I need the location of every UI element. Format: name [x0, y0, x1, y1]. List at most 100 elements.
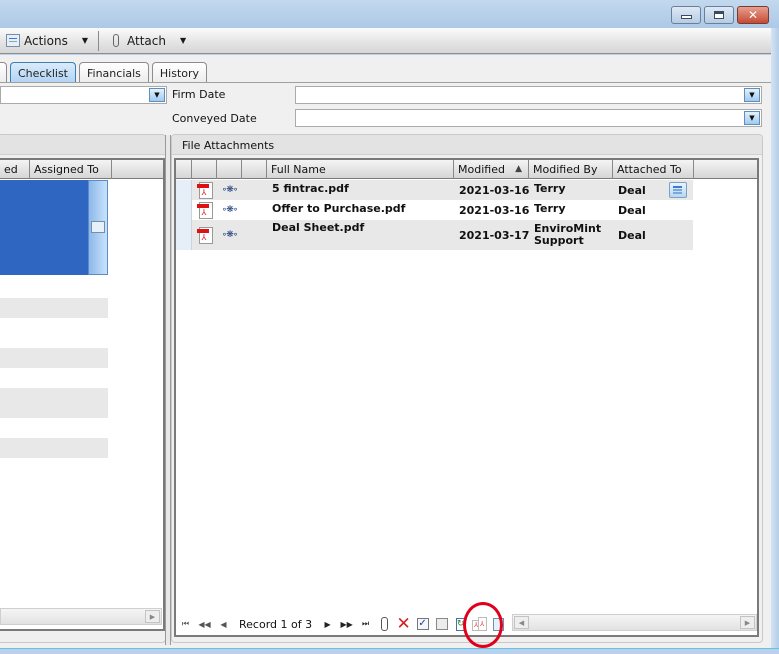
sync-status-icon: ∘❋∘ — [221, 230, 239, 240]
modified-date: 2021-03-17 — [459, 228, 530, 242]
conveyed-date-label: Conveyed Date — [172, 112, 257, 125]
full-name[interactable]: Deal Sheet.pdf — [267, 220, 454, 234]
paperclip-icon — [113, 34, 119, 47]
column-header-type[interactable] — [192, 160, 217, 179]
checklist-grid: ed Assigned To — [0, 158, 165, 631]
firm-date-field[interactable]: ▼ — [295, 86, 762, 104]
tab-strip: Checklist Financials History — [0, 62, 208, 83]
column-header-selector — [176, 160, 192, 179]
actions-icon — [6, 34, 20, 47]
annotation-highlight-circle — [463, 602, 503, 648]
left-combo[interactable]: ▼ — [0, 86, 167, 104]
checklist-row[interactable] — [0, 348, 108, 368]
row-selector[interactable] — [176, 180, 192, 200]
selected-checklist-row[interactable] — [0, 180, 108, 275]
column-header-modified[interactable]: Modified ▲ — [454, 160, 529, 179]
tab-previous-partial[interactable] — [0, 62, 7, 83]
minimize-button[interactable] — [671, 6, 701, 24]
pdf-file-icon: ⅄ — [196, 181, 213, 199]
attachment-row[interactable]: ⅄ ∘❋∘ Deal Sheet.pdf 2021-03-17 EnviroMi… — [176, 220, 693, 250]
attachments-grid-header: Full Name Modified ▲ Modified By Attache… — [176, 160, 757, 179]
actions-menu-button[interactable]: Actions ▼ — [0, 30, 94, 52]
firm-date-label: Firm Date — [172, 88, 226, 101]
tab-divider — [0, 82, 771, 83]
maximize-button[interactable] — [704, 6, 734, 24]
row-selector[interactable] — [176, 200, 192, 220]
tab-label: Checklist — [18, 66, 68, 80]
attachment-row[interactable]: ⅄ ∘❋∘ Offer to Purchase.pdf 2021-03-16 T… — [176, 200, 693, 220]
attached-to: Deal — [618, 203, 646, 217]
column-header-full-name[interactable]: Full Name — [267, 160, 454, 179]
column-header-modified-label: Modified — [458, 163, 505, 176]
column-header-blank[interactable] — [242, 160, 267, 179]
checklist-horizontal-scrollbar[interactable]: ▶ — [0, 608, 162, 625]
row-action-button[interactable] — [88, 180, 108, 275]
checklist-row[interactable] — [0, 438, 108, 458]
modified-by: Terry — [534, 181, 566, 195]
toolbar-divider — [98, 30, 99, 51]
modified-date: 2021-03-16 — [459, 183, 530, 197]
next-page-icon[interactable]: ▶▶ — [337, 615, 356, 633]
attach-file-button[interactable] — [375, 615, 394, 633]
checklist-panel-header — [0, 135, 165, 155]
scroll-right-icon[interactable]: ▶ — [740, 616, 755, 629]
column-header-blank — [112, 160, 163, 179]
attachments-horizontal-scrollbar[interactable]: ◀ ▶ — [512, 614, 757, 631]
row-actions-icon[interactable] — [669, 182, 687, 198]
minimize-icon — [680, 15, 692, 19]
chevron-down-icon: ▼ — [81, 36, 88, 45]
actions-icon — [91, 221, 105, 233]
sync-status-icon: ∘❋∘ — [221, 185, 239, 195]
conveyed-date-field[interactable]: ▼ — [295, 109, 762, 127]
close-button[interactable]: ✕ — [737, 6, 769, 24]
delete-icon[interactable]: ✕ — [394, 614, 413, 634]
paperclip-icon — [381, 617, 389, 631]
record-navigator: ⏮ ◀◀ ◀ Record 1 of 3 ▶ ▶▶ ⏭ ✕ ✓ ↻ ⅄ ⅄ — [176, 613, 508, 635]
column-header-status[interactable] — [217, 160, 242, 179]
checklist-row[interactable] — [0, 388, 108, 418]
column-header-assigned-to[interactable]: Assigned To — [30, 160, 112, 179]
attach-menu-button[interactable]: Attach ▼ — [103, 30, 192, 52]
attached-to: Deal — [618, 183, 646, 197]
dropdown-arrow-icon[interactable]: ▼ — [744, 88, 760, 102]
last-record-icon[interactable]: ⏭ — [356, 615, 375, 633]
checklist-row[interactable] — [0, 298, 108, 318]
checkbox-unchecked-icon — [435, 618, 448, 630]
scroll-left-icon[interactable]: ◀ — [514, 616, 529, 629]
attachment-row[interactable]: ⅄ ∘❋∘ 5 fintrac.pdf 2021-03-16 Terry Dea… — [176, 180, 693, 200]
toolbar: Actions ▼ Attach ▼ — [0, 28, 771, 54]
select-all-checkbox[interactable]: ✓ — [413, 615, 432, 633]
modified-date: 2021-03-16 — [459, 203, 530, 217]
tab-label: History — [159, 66, 200, 80]
file-attachments-title: File Attachments — [172, 135, 762, 155]
tab-history[interactable]: History — [151, 62, 208, 83]
checklist-grid-header: ed Assigned To — [0, 160, 163, 179]
row-selector[interactable] — [176, 220, 192, 250]
tab-label: Financials — [87, 66, 141, 80]
window-right-border — [771, 28, 779, 654]
checkbox-checked-icon: ✓ — [416, 618, 429, 630]
main-area: Checklist Financials History ▼ Firm Date… — [0, 55, 771, 648]
next-record-icon[interactable]: ▶ — [318, 615, 337, 633]
record-counter: Record 1 of 3 — [233, 614, 319, 634]
dropdown-arrow-icon[interactable]: ▼ — [744, 111, 760, 125]
previous-record-icon[interactable]: ◀ — [214, 615, 233, 633]
sort-ascending-icon: ▲ — [515, 164, 522, 174]
full-name[interactable]: Offer to Purchase.pdf — [267, 202, 454, 215]
first-record-icon[interactable]: ⏮ — [176, 615, 195, 633]
full-name[interactable]: 5 fintrac.pdf — [267, 182, 454, 195]
tab-checklist[interactable]: Checklist — [10, 62, 76, 83]
deselect-all-checkbox[interactable] — [432, 615, 451, 633]
title-bar: ✕ — [0, 0, 779, 28]
dropdown-arrow-icon[interactable]: ▼ — [149, 88, 165, 102]
previous-page-icon[interactable]: ◀◀ — [195, 615, 214, 633]
tab-financials[interactable]: Financials — [79, 62, 149, 83]
column-header-modified-by[interactable]: Modified By — [529, 160, 613, 179]
attach-label: Attach — [127, 33, 166, 48]
sync-status-icon: ∘❋∘ — [221, 205, 239, 215]
maximize-icon — [714, 11, 724, 19]
column-header[interactable]: ed — [0, 160, 30, 179]
column-header-attached-to[interactable]: Attached To — [613, 160, 694, 179]
actions-label: Actions — [24, 33, 68, 48]
scroll-right-icon[interactable]: ▶ — [145, 610, 160, 623]
